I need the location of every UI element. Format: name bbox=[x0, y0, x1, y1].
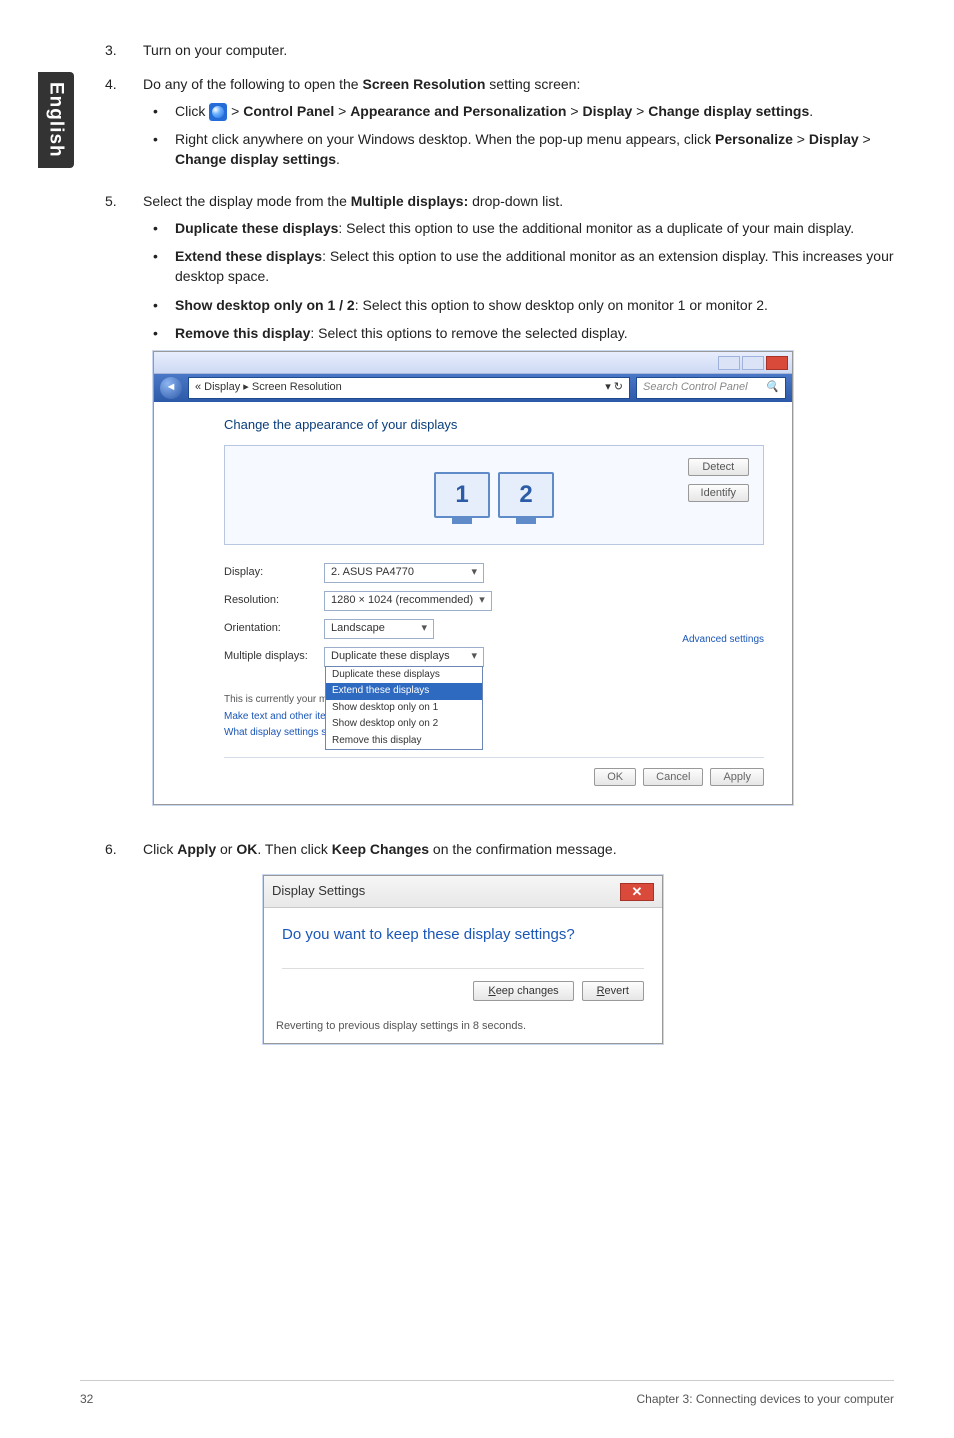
opt-extend: Extend these displays: Select this optio… bbox=[175, 246, 894, 287]
opt-show-only: Show desktop only on 1 / 2: Select this … bbox=[175, 295, 894, 315]
window-titlebar bbox=[154, 352, 792, 374]
dd-option-extend[interactable]: Extend these displays bbox=[326, 683, 482, 700]
step-4-bullet-1: Click > Control Panel > Appearance and P… bbox=[175, 101, 894, 121]
identify-button[interactable]: Identify bbox=[688, 484, 749, 502]
display-settings-dialog: Display Settings ✕ Do you want to keep t… bbox=[263, 875, 663, 1044]
step-6-text: Click Apply or OK. Then click Keep Chang… bbox=[143, 839, 894, 859]
language-tab: English bbox=[38, 72, 74, 168]
chevron-down-icon: ▾ bbox=[471, 565, 477, 581]
dialog-titlebar: Display Settings ✕ bbox=[264, 876, 662, 908]
screen-resolution-window: ◄ « Display ▸ Screen Resolution▾ ↻ Searc… bbox=[153, 351, 793, 805]
resolution-label: Resolution: bbox=[224, 593, 324, 609]
minimize-button[interactable] bbox=[718, 356, 740, 370]
step-6-number: 6. bbox=[105, 839, 143, 1064]
multiple-displays-options: Duplicate these displays Extend these di… bbox=[325, 666, 483, 751]
dd-option-duplicate[interactable]: Duplicate these displays bbox=[326, 667, 482, 684]
chevron-down-icon: ▾ bbox=[421, 621, 427, 637]
monitor-2[interactable]: 2 bbox=[498, 472, 554, 518]
apply-button[interactable]: Apply bbox=[710, 768, 764, 786]
chevron-down-icon: ▾ bbox=[471, 649, 477, 665]
multiple-displays-label: Multiple displays: bbox=[224, 649, 324, 665]
chapter-title: Chapter 3: Connecting devices to your co… bbox=[637, 1391, 894, 1408]
detect-button[interactable]: Detect bbox=[688, 458, 749, 476]
bullet-dot: • bbox=[143, 129, 175, 170]
window-heading: Change the appearance of your displays bbox=[224, 416, 764, 435]
back-button[interactable]: ◄ bbox=[160, 377, 182, 399]
display-label: Display: bbox=[224, 565, 324, 581]
step-4-number: 4. bbox=[105, 74, 143, 177]
orientation-label: Orientation: bbox=[224, 621, 324, 637]
main-content: 3. Turn on your computer. 4. Do any of t… bbox=[105, 40, 894, 1064]
chevron-down-icon: ▾ ↻ bbox=[605, 380, 623, 396]
dialog-title: Display Settings bbox=[272, 882, 365, 901]
step-3-number: 3. bbox=[105, 40, 143, 60]
bullet-dot: • bbox=[143, 101, 175, 121]
step-5-intro: Select the display mode from the Multipl… bbox=[143, 191, 894, 211]
ok-button[interactable]: OK bbox=[594, 768, 636, 786]
keep-changes-button[interactable]: Keep changes bbox=[473, 981, 573, 1001]
step-3-text: Turn on your computer. bbox=[143, 40, 894, 60]
multiple-displays-dropdown[interactable]: Duplicate these displays▾ Duplicate thes… bbox=[324, 647, 484, 667]
help-link[interactable]: What display settings should I choose? bbox=[224, 726, 764, 741]
page-footer: 32 Chapter 3: Connecting devices to your… bbox=[80, 1380, 894, 1408]
dd-option-show-2[interactable]: Show desktop only on 2 bbox=[326, 716, 482, 733]
close-button[interactable] bbox=[766, 356, 788, 370]
dd-option-show-1[interactable]: Show desktop only on 1 bbox=[326, 700, 482, 717]
text-size-link[interactable]: Make text and other items larger or smal… bbox=[224, 710, 764, 725]
revert-button[interactable]: Revert bbox=[582, 981, 644, 1001]
search-input[interactable]: Search Control Panel🔍 bbox=[636, 377, 786, 399]
search-icon: 🔍 bbox=[765, 380, 779, 396]
monitor-preview[interactable]: 1 2 Detect Identify bbox=[224, 445, 764, 545]
orientation-dropdown[interactable]: Landscape▾ bbox=[324, 619, 434, 639]
page-number: 32 bbox=[80, 1391, 93, 1408]
step-4-bullet-2: Right click anywhere on your Windows des… bbox=[175, 129, 894, 170]
step-4-intro: Do any of the following to open the Scre… bbox=[143, 74, 894, 94]
display-dropdown[interactable]: 2. ASUS PA4770▾ bbox=[324, 563, 484, 583]
maximize-button[interactable] bbox=[742, 356, 764, 370]
chevron-down-icon: ▾ bbox=[479, 593, 485, 609]
windows-start-icon bbox=[209, 103, 227, 121]
step-5-number: 5. bbox=[105, 191, 143, 824]
opt-duplicate: Duplicate these displays: Select this op… bbox=[175, 218, 894, 238]
dialog-footer-text: Reverting to previous display settings i… bbox=[264, 1015, 662, 1043]
nav-bar: ◄ « Display ▸ Screen Resolution▾ ↻ Searc… bbox=[154, 374, 792, 402]
dd-option-remove[interactable]: Remove this display bbox=[326, 733, 482, 750]
main-display-note: This is currently your main display. bbox=[224, 693, 764, 708]
dialog-message: Do you want to keep these display settin… bbox=[282, 924, 644, 946]
opt-remove: Remove this display: Select this options… bbox=[175, 323, 894, 343]
close-button[interactable]: ✕ bbox=[620, 883, 654, 901]
monitor-1[interactable]: 1 bbox=[434, 472, 490, 518]
resolution-dropdown[interactable]: 1280 × 1024 (recommended)▾ bbox=[324, 591, 492, 611]
breadcrumb[interactable]: « Display ▸ Screen Resolution▾ ↻ bbox=[188, 377, 630, 399]
cancel-button[interactable]: Cancel bbox=[643, 768, 703, 786]
